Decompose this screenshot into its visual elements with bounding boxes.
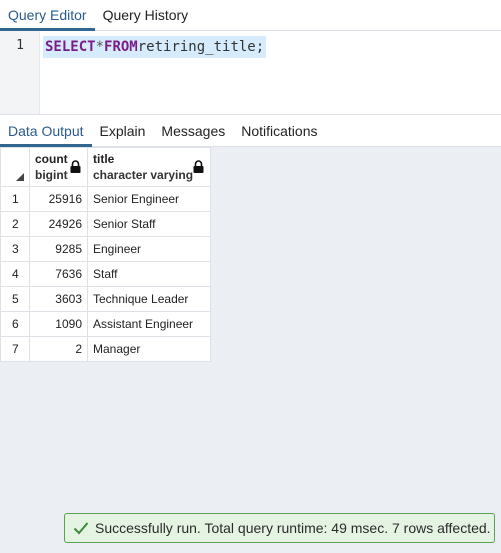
column-name: title [93, 152, 115, 166]
lock-icon [70, 160, 81, 173]
sql-editor[interactable]: 1 SELECT * FROM retiring_title; [0, 31, 501, 114]
tab-explain[interactable]: Explain [92, 115, 154, 146]
cell-title[interactable]: Senior Staff [87, 211, 211, 237]
tab-query-editor[interactable]: Query Editor [0, 0, 95, 31]
table-row[interactable]: 4 7636 Staff [0, 261, 211, 287]
column-header-count[interactable]: count bigint [29, 147, 88, 187]
cell-count[interactable]: 3603 [29, 286, 88, 312]
cell-count[interactable]: 7636 [29, 261, 88, 287]
header-row: count bigint title character varying [0, 147, 211, 187]
row-number[interactable]: 7 [0, 336, 30, 362]
cell-title[interactable]: Assistant Engineer [87, 311, 211, 337]
line-gutter: 1 [0, 31, 40, 114]
table-row[interactable]: 6 1090 Assistant Engineer [0, 311, 211, 337]
cell-title[interactable]: Technique Leader [87, 286, 211, 312]
row-number[interactable]: 3 [0, 236, 30, 262]
editor-tabbar: Query Editor Query History [0, 0, 501, 31]
row-number[interactable]: 5 [0, 286, 30, 312]
cell-count[interactable]: 9285 [29, 236, 88, 262]
tab-notifications[interactable]: Notifications [233, 115, 325, 146]
output-tabbar: Data Output Explain Messages Notificatio… [0, 114, 501, 147]
keyword-from: FROM [104, 39, 138, 55]
tab-data-output[interactable]: Data Output [0, 115, 92, 147]
keyword-select: SELECT [45, 39, 96, 55]
cell-count[interactable]: 1090 [29, 311, 88, 337]
row-number[interactable]: 2 [0, 211, 30, 237]
statement-terminator: ; [255, 39, 265, 55]
table-row[interactable]: 3 9285 Engineer [0, 236, 211, 262]
cell-count[interactable]: 24926 [29, 211, 88, 237]
table-row[interactable]: 7 2 Manager [0, 336, 211, 362]
table-row[interactable]: 1 25916 Senior Engineer [0, 186, 211, 212]
operator-star: * [95, 39, 105, 55]
table-row[interactable]: 2 24926 Senior Staff [0, 211, 211, 237]
cell-title[interactable]: Manager [87, 336, 211, 362]
column-header-title[interactable]: title character varying [87, 147, 211, 187]
data-output-grid: count bigint title character varying 1 25… [0, 147, 501, 553]
cell-title[interactable]: Engineer [87, 236, 211, 262]
table-row[interactable]: 5 3603 Technique Leader [0, 286, 211, 312]
row-number[interactable]: 1 [0, 186, 30, 212]
corner-triangle-icon [16, 173, 24, 181]
status-toast[interactable]: Successfully run. Total query runtime: 4… [64, 513, 495, 543]
results-table: count bigint title character varying 1 25… [0, 147, 211, 362]
row-number[interactable]: 4 [0, 261, 30, 287]
status-message: Successfully run. Total query runtime: 4… [95, 520, 491, 536]
cell-title[interactable]: Staff [87, 261, 211, 287]
tab-query-history[interactable]: Query History [95, 0, 197, 30]
select-all-corner[interactable] [0, 147, 30, 187]
cell-count[interactable]: 25916 [29, 186, 88, 212]
check-icon [73, 522, 89, 535]
line-number: 1 [16, 38, 24, 53]
column-type: character varying [93, 168, 194, 182]
row-number[interactable]: 6 [0, 311, 30, 337]
lock-icon [193, 160, 204, 173]
cell-count[interactable]: 2 [29, 336, 88, 362]
tab-messages[interactable]: Messages [153, 115, 233, 146]
table-identifier: retiring_title [137, 39, 256, 55]
cell-title[interactable]: Senior Engineer [87, 186, 211, 212]
code-line[interactable]: SELECT * FROM retiring_title; [43, 36, 267, 58]
